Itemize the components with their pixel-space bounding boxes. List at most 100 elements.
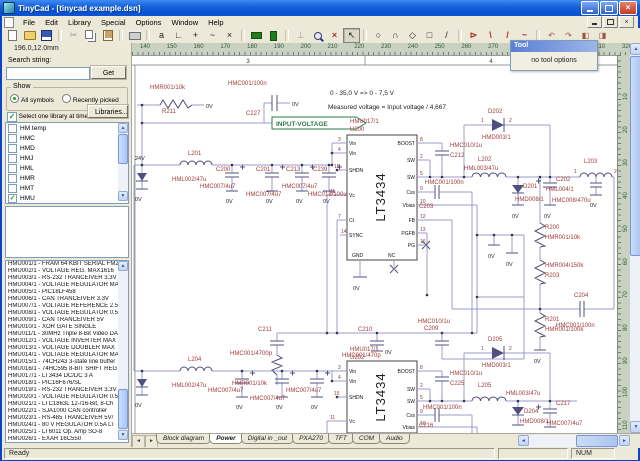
maximize-button[interactable] (600, 1, 618, 15)
tab-block-diagram[interactable]: Block diagram (156, 434, 211, 444)
symbol-list-item[interactable]: HMU018/1 - PIC16F676/SL (6, 380, 128, 387)
library-item-hmt[interactable]: HMT (6, 183, 128, 193)
horizontal-scrollbar[interactable]: ◄ ► (518, 435, 630, 447)
menu-options[interactable]: Options (131, 17, 167, 28)
print-button[interactable] (126, 28, 143, 43)
menu-special[interactable]: Special (96, 17, 131, 28)
polygon-tool-button[interactable]: ◇ (404, 28, 421, 43)
symbol-list-item[interactable]: HMU006/1 - CAN TRANCEIVER 3.3V (6, 296, 128, 303)
symbol-list-item[interactable]: HMU019/1 - RS-232 TRANCEIVER 3.3V (6, 387, 128, 394)
block-export-tool-button[interactable] (248, 28, 265, 43)
symbol-list-item[interactable]: HMU017/1 - LT3434 DC/DC 3 A (6, 373, 128, 380)
radio-recently-picked[interactable]: Recently picked (62, 94, 119, 104)
menu-file[interactable]: File (18, 17, 40, 28)
library-checkbox[interactable] (8, 154, 17, 163)
save-file-button[interactable] (38, 28, 55, 43)
tab-com[interactable]: COM (352, 434, 381, 444)
schematic-canvas[interactable]: 34HMR001/10kR2110VHMC001/100nC2270VINPUT… (132, 55, 617, 433)
get-button[interactable]: Get (91, 66, 126, 79)
get-symbol-tool-button[interactable]: ⊳ (465, 28, 482, 43)
resize-grip[interactable] (618, 448, 636, 459)
open-file-button[interactable] (21, 28, 38, 43)
vertical-scrollbar[interactable]: ▲ ▼ (630, 43, 640, 433)
origin-tool-button[interactable]: ⊥ (292, 28, 309, 43)
library-checkbox[interactable] (8, 164, 17, 173)
library-checkbox[interactable] (8, 124, 17, 133)
radio-all-symbols[interactable]: All symbols (10, 94, 54, 104)
tab-audio[interactable]: Audio (379, 434, 410, 444)
new-file-button[interactable] (4, 28, 21, 43)
symbol-list-item[interactable]: HMU001/1 - FRAM 64 KBIT SERIAL FM24C64 (6, 261, 128, 268)
scroll-down-icon[interactable]: ▼ (118, 430, 128, 440)
copy-button[interactable] (82, 28, 99, 43)
symbol-list-item[interactable]: HMU022/1 - SJA1000 CAN controller (6, 408, 128, 415)
symbol-list-item[interactable]: HMU024/1 - 80 V REGULATOR 0.5A LT (6, 422, 128, 429)
library-checkbox[interactable]: ✓ (8, 194, 17, 203)
menu-library[interactable]: Library (63, 17, 96, 28)
zoom-off-tool-button[interactable]: × (326, 28, 343, 43)
tool-popup-title[interactable]: Tool (511, 41, 597, 52)
library-item-hml[interactable]: HML (6, 163, 128, 173)
zoom-tool-button[interactable] (309, 28, 326, 43)
symbol-list-item[interactable]: HMU014/1 - VOLTAGE REGULATOR MAX (6, 352, 128, 359)
scroll-down-icon[interactable]: ▼ (118, 191, 128, 201)
symbol-list-item[interactable]: HMU020/1 - VOLTAGE REGULATOR 0.5A (6, 394, 128, 401)
symbol-list-item[interactable]: HMU026/1 - EXAR 16C550 (6, 436, 128, 443)
mdi-close-button[interactable]: × (619, 16, 634, 28)
select-one-library-checkbox[interactable]: ✓ (7, 112, 17, 122)
menu-window[interactable]: Window (166, 17, 203, 28)
rectangle-tool-button[interactable]: □ (421, 28, 438, 43)
symbol-list-item[interactable]: HMU023/1 - RS-485 TRANCEIVER 5V/ (6, 415, 128, 422)
library-item-hmj[interactable]: HMJ (6, 153, 128, 163)
symbol-list-item[interactable]: HMU012/1 - VOLTAGE INVERTER MAX (6, 338, 128, 345)
bus-tool-button[interactable]: ~ (204, 28, 221, 43)
symbol-list-item[interactable]: HMU005/1 - PIC18LF458 (6, 289, 128, 296)
tab-power[interactable]: Power (209, 434, 243, 444)
scroll-up-icon[interactable]: ▲ (118, 261, 128, 271)
scrollbar-thumb[interactable] (118, 389, 128, 429)
close-button[interactable]: × (619, 1, 637, 15)
scrollbar-thumb[interactable] (576, 435, 618, 447)
library-checkbox[interactable] (8, 174, 17, 183)
symbol-list-item[interactable]: HMU008/1 - VOLTAGE REGULATOR 0.5A (6, 310, 128, 317)
scroll-down-icon[interactable]: ▼ (630, 421, 640, 433)
symbol-list-item[interactable]: HMU002/1 - VOLTAGE REG. MAX1616 (6, 268, 128, 275)
symbol-list[interactable]: ▲ ▼ HMU001/1 - FRAM 64 KBIT SERIAL FM24C… (5, 260, 129, 443)
line-tool-button[interactable]: / (438, 28, 455, 43)
library-checkbox[interactable] (8, 184, 17, 193)
library-item-hmr[interactable]: HMR (6, 173, 128, 183)
symbol-list-item[interactable]: HMU025/1 - LT6011 Op. Amp SO-8 (6, 429, 128, 436)
cut-button[interactable]: ✂ (65, 28, 82, 43)
title-bar[interactable]: TinyCad - [tinycad example.dsn] × (0, 0, 640, 16)
symbol-list-item[interactable]: HMU016/1 - 74HC595 8-BIT SHIFT REG (6, 366, 128, 373)
symbol-list-item[interactable]: HMU011/1 - 30MHz Triple 8-Bit Video DAC (6, 331, 128, 338)
mdi-restore-button[interactable] (603, 16, 618, 28)
scroll-up-icon[interactable]: ▲ (630, 43, 640, 55)
symbol-list-item[interactable]: HMU013/1 - VOLTAGE DOUBLER MAX (6, 345, 128, 352)
symbol-list-item[interactable]: HMU010/1 - XOR GATE SINGLE (6, 324, 128, 331)
symbol-list-item[interactable]: HMU007/1 - VOLTAGE REFERENCE 2.5V (6, 303, 128, 310)
junction-tool-button[interactable]: + (187, 28, 204, 43)
ellipse-tool-button[interactable]: ○ (370, 28, 387, 43)
menu-edit[interactable]: Edit (40, 17, 63, 28)
scrollbar-thumb[interactable] (630, 56, 640, 256)
scroll-left-icon[interactable]: ◄ (518, 435, 529, 446)
symbol-list-item[interactable]: HMU009/1 - CAN TRANCEIVER 5V (6, 317, 128, 324)
library-checkbox[interactable] (8, 144, 17, 153)
library-list[interactable]: ▲ ▼ HM tempHMCHMDHMJHMLHMRHMT✓HMU (5, 122, 129, 204)
scrollbar-thumb[interactable] (118, 134, 128, 164)
symbol-list-item[interactable]: HMU004/1 - VOLTAGE REGULATOR MAX (6, 282, 128, 289)
tab-digital-in-_out[interactable]: Digital in _out (241, 434, 294, 444)
arc-tool-button[interactable]: ∩ (387, 28, 404, 43)
diagonal-wire-tool-button[interactable]: \ (482, 28, 499, 43)
library-item-hmc[interactable]: HMC (6, 133, 128, 143)
paste-button[interactable] (99, 28, 116, 43)
block-import-tool-button[interactable] (265, 28, 282, 43)
symbol-list-item[interactable]: HMU021/1 - LTC1863L 12-/16-Bit, 8-Ch (6, 401, 128, 408)
library-checkbox[interactable] (8, 134, 17, 143)
no-connect-tool-button[interactable]: × (221, 28, 238, 43)
library-item-hmu[interactable]: ✓HMU (6, 193, 128, 203)
select-tool-button[interactable]: ↖ (343, 28, 360, 43)
library-item-hm-temp[interactable]: HM temp (6, 123, 128, 133)
menu-help[interactable]: Help (203, 17, 228, 28)
